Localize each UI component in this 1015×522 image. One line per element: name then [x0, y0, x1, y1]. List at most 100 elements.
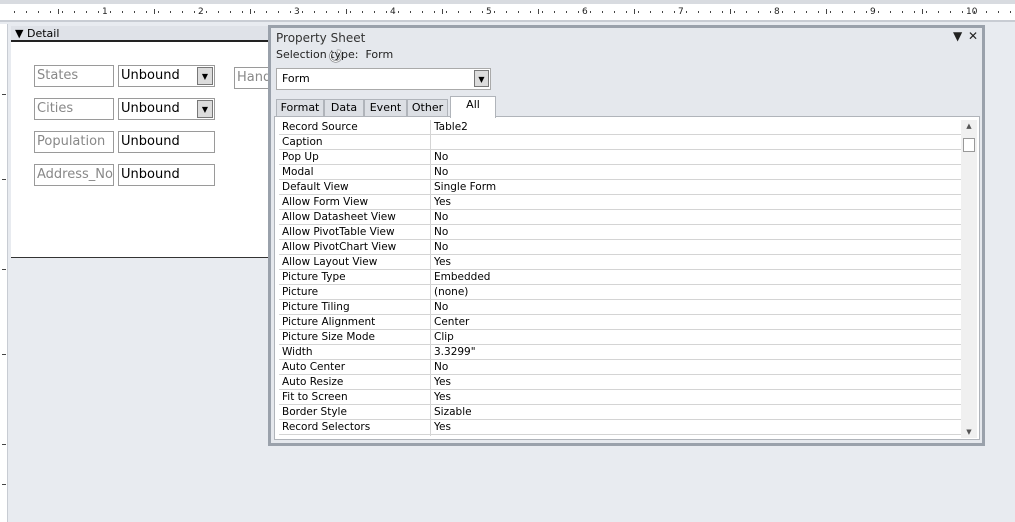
- property-row[interactable]: Picture (none): [279, 285, 963, 300]
- property-value[interactable]: Yes: [431, 435, 451, 436]
- close-icon[interactable]: ✕: [968, 29, 978, 43]
- property-value[interactable]: Yes: [431, 390, 451, 404]
- ruler-tick: [806, 11, 807, 13]
- chevron-down-icon[interactable]: ▼: [197, 67, 213, 85]
- property-value[interactable]: [431, 135, 434, 149]
- chevron-down-icon[interactable]: ▼: [197, 100, 213, 118]
- property-value[interactable]: Yes: [431, 195, 451, 209]
- property-value[interactable]: No: [431, 360, 448, 374]
- property-row[interactable]: Auto Resize Yes: [279, 375, 963, 390]
- tab-data[interactable]: Data: [324, 99, 364, 117]
- ruler-tick: [254, 11, 255, 13]
- text-box[interactable]: Unbound: [118, 164, 215, 186]
- property-row[interactable]: Auto Center No: [279, 360, 963, 375]
- property-name: Picture: [279, 285, 431, 299]
- property-value[interactable]: Table2: [431, 120, 468, 134]
- property-value[interactable]: No: [431, 240, 448, 254]
- property-row[interactable]: Allow PivotTable View No: [279, 225, 963, 240]
- property-row[interactable]: Picture Size Mode Clip: [279, 330, 963, 345]
- ruler-tick: [530, 11, 531, 13]
- property-row[interactable]: Record Selectors Yes: [279, 420, 963, 435]
- ruler-half-tick: [442, 9, 443, 14]
- ruler-tick: [662, 11, 663, 13]
- ruler-tick: [62, 11, 63, 13]
- property-value[interactable]: No: [431, 225, 448, 239]
- control-value: Unbound: [121, 167, 180, 182]
- property-value[interactable]: (none): [431, 285, 468, 299]
- detail-label: Detail: [26, 27, 60, 40]
- chevron-down-icon[interactable]: ▼: [474, 70, 489, 87]
- property-name: Picture Type: [279, 270, 431, 284]
- ruler-tick: [158, 11, 159, 13]
- ruler-mark: 10: [966, 7, 978, 17]
- control-value: Unbound: [121, 68, 180, 83]
- ruler-mark: 4: [390, 7, 396, 17]
- property-row[interactable]: Modal No: [279, 165, 963, 180]
- property-value[interactable]: Clip: [431, 330, 454, 344]
- field-label[interactable]: Address_No: [34, 164, 114, 186]
- property-row[interactable]: Allow Layout View Yes: [279, 255, 963, 270]
- property-value[interactable]: No: [431, 210, 448, 224]
- property-row[interactable]: Allow Datasheet View No: [279, 210, 963, 225]
- ruler-tick: [242, 11, 243, 13]
- property-row[interactable]: Fit to Screen Yes: [279, 390, 963, 405]
- scrollbar-thumb[interactable]: [963, 138, 975, 152]
- tab-event[interactable]: Event: [364, 99, 407, 117]
- partial-label[interactable]: Hand: [234, 67, 270, 89]
- ruler-tick: [170, 11, 171, 13]
- ruler-tick: [74, 11, 75, 13]
- property-row[interactable]: Picture Tiling No: [279, 300, 963, 315]
- property-row[interactable]: Default View Single Form: [279, 180, 963, 195]
- property-value[interactable]: Center: [431, 315, 469, 329]
- text-box[interactable]: Unbound: [118, 131, 215, 153]
- combo-box[interactable]: Unbound ▼: [118, 98, 215, 120]
- ruler-tick: [470, 11, 471, 13]
- ruler-tick: [938, 11, 939, 13]
- property-row[interactable]: Border Style Sizable: [279, 405, 963, 420]
- property-value[interactable]: Yes: [431, 255, 451, 269]
- property-value[interactable]: Yes: [431, 375, 451, 389]
- property-row[interactable]: Caption: [279, 135, 963, 150]
- property-value[interactable]: Sizable: [431, 405, 472, 419]
- field-label[interactable]: Population: [34, 131, 114, 153]
- field-label[interactable]: Cities: [34, 98, 114, 120]
- property-value[interactable]: 3.3299": [431, 345, 476, 359]
- property-value[interactable]: No: [431, 150, 448, 164]
- tab-format[interactable]: Format: [276, 99, 324, 117]
- dropdown-menu-icon[interactable]: ▼: [953, 29, 962, 43]
- property-value[interactable]: No: [431, 165, 448, 179]
- tab-other[interactable]: Other: [407, 99, 448, 117]
- vertical-scrollbar[interactable]: ▲ ▼: [961, 120, 977, 438]
- property-name: Navigation Buttons: [279, 435, 431, 436]
- combo-box[interactable]: Unbound ▼: [118, 65, 215, 87]
- property-name: Auto Resize: [279, 375, 431, 389]
- property-row[interactable]: Navigation ButtonsYes: [279, 435, 963, 436]
- property-value[interactable]: Yes: [431, 420, 451, 434]
- property-row[interactable]: Allow PivotChart View No: [279, 240, 963, 255]
- ruler-tick: [602, 11, 603, 13]
- object-selector-combo[interactable]: Form ▼: [276, 68, 491, 90]
- ruler-tick: [2, 484, 6, 485]
- property-row[interactable]: Record Source Table2: [279, 120, 963, 135]
- ruler-tick: [278, 11, 279, 13]
- property-value[interactable]: Embedded: [431, 270, 490, 284]
- property-value[interactable]: Single Form: [431, 180, 496, 194]
- tab-all[interactable]: All: [450, 96, 496, 118]
- field-label[interactable]: States: [34, 65, 114, 87]
- ruler-tick: [338, 11, 339, 13]
- property-value[interactable]: No: [431, 300, 448, 314]
- property-row[interactable]: Picture Alignment Center: [279, 315, 963, 330]
- property-row[interactable]: Allow Form View Yes: [279, 195, 963, 210]
- property-row[interactable]: Width 3.3299": [279, 345, 963, 360]
- property-row[interactable]: Pop Up No: [279, 150, 963, 165]
- scroll-down-icon[interactable]: ▼: [961, 428, 977, 436]
- ruler-tick: [134, 11, 135, 13]
- scroll-up-icon[interactable]: ▲: [961, 122, 977, 130]
- ruler-tick: [50, 11, 51, 13]
- property-sheet: Property Sheet ▼ ✕ Selection type: Form …: [268, 25, 985, 446]
- property-row[interactable]: Picture Type Embedded: [279, 270, 963, 285]
- ruler-tick: [2, 94, 6, 95]
- property-name: Default View: [279, 180, 431, 194]
- ruler-tick: [758, 11, 759, 13]
- detail-section-header[interactable]: ▼ Detail: [11, 26, 270, 42]
